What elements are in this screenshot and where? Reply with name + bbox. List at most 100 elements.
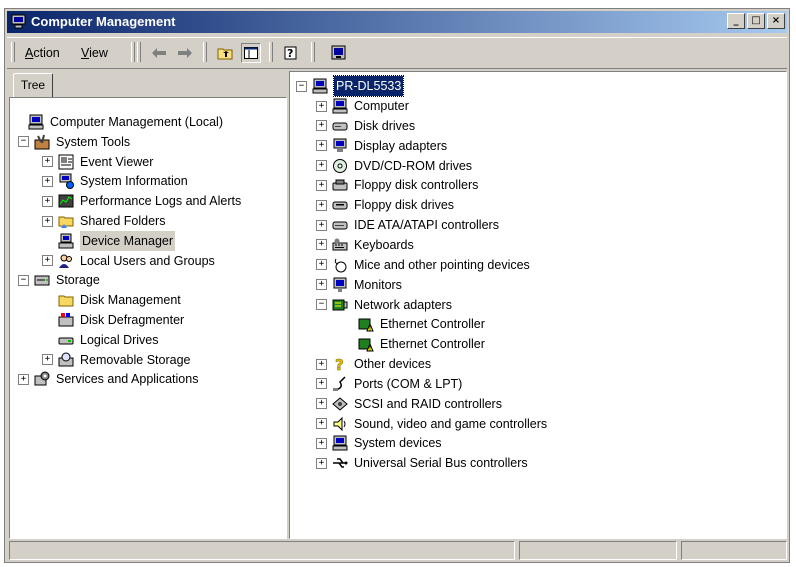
cdrom-icon bbox=[332, 158, 348, 174]
expand-toggle[interactable]: + bbox=[316, 358, 327, 370]
tree-item[interactable]: Logical Drives bbox=[42, 330, 159, 350]
tree-item-label: Ports (COM & LPT) bbox=[354, 376, 463, 391]
performance-icon bbox=[58, 193, 74, 209]
collapse-toggle[interactable]: − bbox=[18, 274, 29, 286]
tree-item[interactable]: + Floppy disk controllers bbox=[316, 175, 478, 195]
forward-arrow-icon bbox=[178, 48, 192, 58]
tree-item[interactable]: + IDE ATA/ATAPI controllers bbox=[316, 215, 499, 235]
tree-item[interactable]: + Shared Folders bbox=[42, 211, 165, 231]
collapse-toggle[interactable]: − bbox=[18, 136, 29, 148]
console-tree-pane[interactable]: Computer Management (Local) − System Tools… bbox=[9, 97, 287, 539]
status-panel-main bbox=[9, 541, 515, 560]
tree-item[interactable]: + Services and Applications bbox=[18, 369, 198, 389]
action-menu[interactable]: Action bbox=[25, 46, 60, 60]
tree-item[interactable]: Device Manager bbox=[42, 230, 176, 251]
tree-item[interactable]: + Removable Storage bbox=[42, 350, 190, 370]
tree-item[interactable]: − Storage bbox=[18, 270, 100, 290]
expand-toggle[interactable]: + bbox=[316, 140, 327, 152]
floppy-drive-icon bbox=[332, 197, 348, 213]
tree-item[interactable]: + Keyboards bbox=[316, 235, 414, 255]
expand-toggle[interactable]: + bbox=[316, 239, 327, 251]
tree-item[interactable]: − Network adapters bbox=[316, 295, 452, 315]
tree-item[interactable]: + Display adapters bbox=[316, 136, 447, 156]
expand-toggle[interactable]: + bbox=[42, 175, 53, 187]
expand-toggle[interactable]: + bbox=[18, 373, 29, 385]
tree-item[interactable]: + Performance Logs and Alerts bbox=[42, 191, 241, 211]
tree-item[interactable]: Disk Management bbox=[42, 290, 181, 310]
tree-item[interactable]: + System Information bbox=[42, 171, 188, 191]
tree-item[interactable]: + Mice and other pointing devices bbox=[316, 255, 530, 275]
expand-toggle[interactable]: + bbox=[316, 100, 327, 112]
tree-item[interactable]: ! Ethernet Controller bbox=[342, 314, 485, 334]
expand-toggle[interactable]: + bbox=[42, 354, 53, 366]
expand-toggle[interactable]: + bbox=[316, 398, 327, 410]
toolbar-grip-2[interactable] bbox=[137, 42, 141, 62]
maximize-button[interactable]: □ bbox=[747, 13, 765, 29]
tree-item[interactable]: + Ports (COM & LPT) bbox=[316, 374, 462, 394]
expand-toggle[interactable]: + bbox=[316, 219, 327, 231]
tree-item[interactable]: + DVD/CD-ROM drives bbox=[316, 156, 472, 176]
expand-toggle[interactable]: + bbox=[316, 259, 327, 271]
tree-item[interactable]: + Local Users and Groups bbox=[42, 251, 215, 271]
tree-item[interactable]: + Universal Serial Bus controllers bbox=[316, 453, 528, 473]
tree-item-label: Performance Logs and Alerts bbox=[80, 194, 242, 209]
expand-toggle[interactable]: + bbox=[316, 199, 327, 211]
tree-item-label: IDE ATA/ATAPI controllers bbox=[354, 218, 499, 233]
up-one-level-button[interactable] bbox=[215, 43, 235, 63]
collapse-toggle[interactable]: − bbox=[316, 299, 327, 310]
tree-item-label: System Information bbox=[80, 174, 188, 189]
expand-toggle[interactable]: + bbox=[316, 279, 327, 291]
tree-item[interactable]: − System Tools bbox=[18, 132, 130, 152]
expand-toggle[interactable]: + bbox=[316, 437, 327, 449]
back-button[interactable] bbox=[149, 43, 169, 63]
device-manager-icon bbox=[58, 233, 74, 249]
expand-toggle[interactable]: + bbox=[316, 120, 327, 132]
question-mark-icon: ? bbox=[332, 356, 348, 372]
show-hide-tree-button[interactable] bbox=[241, 43, 261, 63]
close-button[interactable]: × bbox=[767, 13, 785, 29]
expand-toggle[interactable]: + bbox=[316, 378, 327, 390]
properties-button[interactable] bbox=[329, 43, 349, 63]
device-tree-pane[interactable]: − PR-DL5533 + Computer + Disk drives + Display … bbox=[289, 71, 787, 539]
svg-text:?: ? bbox=[287, 47, 293, 60]
tree-item-label: Ethernet Controller bbox=[380, 317, 485, 332]
tree-item[interactable]: + System devices bbox=[316, 433, 442, 453]
tree-item[interactable]: + Event Viewer bbox=[42, 152, 153, 172]
toolbar-grip[interactable] bbox=[11, 42, 15, 62]
collapse-toggle[interactable]: − bbox=[296, 80, 307, 92]
tree-item-label: Other devices bbox=[354, 357, 432, 372]
svg-text:!: ! bbox=[369, 347, 371, 353]
title-bar[interactable]: Computer Management _ □ × bbox=[7, 11, 787, 33]
expand-toggle[interactable]: + bbox=[316, 418, 327, 430]
tree-item-label: Disk drives bbox=[354, 118, 416, 133]
expand-toggle[interactable]: + bbox=[42, 215, 53, 227]
tree-item[interactable]: + SCSI and RAID controllers bbox=[316, 394, 502, 414]
expand-toggle[interactable]: + bbox=[316, 160, 327, 172]
tree-item-label: Floppy disk drives bbox=[354, 198, 455, 213]
tree-item[interactable]: + Floppy disk drives bbox=[316, 195, 454, 215]
storage-icon bbox=[34, 272, 50, 288]
tree-item[interactable]: +? Other devices bbox=[316, 354, 431, 374]
expand-toggle[interactable]: + bbox=[316, 179, 327, 191]
properties-icon bbox=[331, 45, 346, 60]
tree-item[interactable]: Computer Management (Local) bbox=[12, 112, 223, 132]
expand-toggle[interactable]: + bbox=[42, 255, 53, 267]
expand-toggle[interactable]: + bbox=[42, 195, 53, 207]
minimize-button[interactable]: _ bbox=[727, 13, 745, 29]
tree-item[interactable]: + Monitors bbox=[316, 275, 402, 295]
view-menu[interactable]: View bbox=[81, 46, 108, 60]
tree-item[interactable]: + Computer bbox=[316, 96, 409, 116]
tree-root-item[interactable]: − PR-DL5533 bbox=[296, 75, 405, 97]
tab-tree[interactable]: Tree bbox=[13, 73, 53, 99]
help-button[interactable]: ? bbox=[281, 43, 301, 63]
tree-item-label: Computer Management (Local) bbox=[50, 115, 223, 129]
tree-item[interactable]: Disk Defragmenter bbox=[42, 310, 184, 330]
tree-item[interactable]: + Sound, video and game controllers bbox=[316, 414, 547, 434]
tree-item[interactable]: ! Ethernet Controller bbox=[342, 334, 485, 354]
forward-button[interactable] bbox=[175, 43, 195, 63]
expand-toggle[interactable]: + bbox=[42, 156, 53, 168]
services-icon bbox=[34, 371, 50, 387]
tree-item[interactable]: + Disk drives bbox=[316, 116, 415, 136]
expand-toggle[interactable]: + bbox=[316, 457, 327, 469]
shared-folder-icon bbox=[58, 213, 74, 229]
